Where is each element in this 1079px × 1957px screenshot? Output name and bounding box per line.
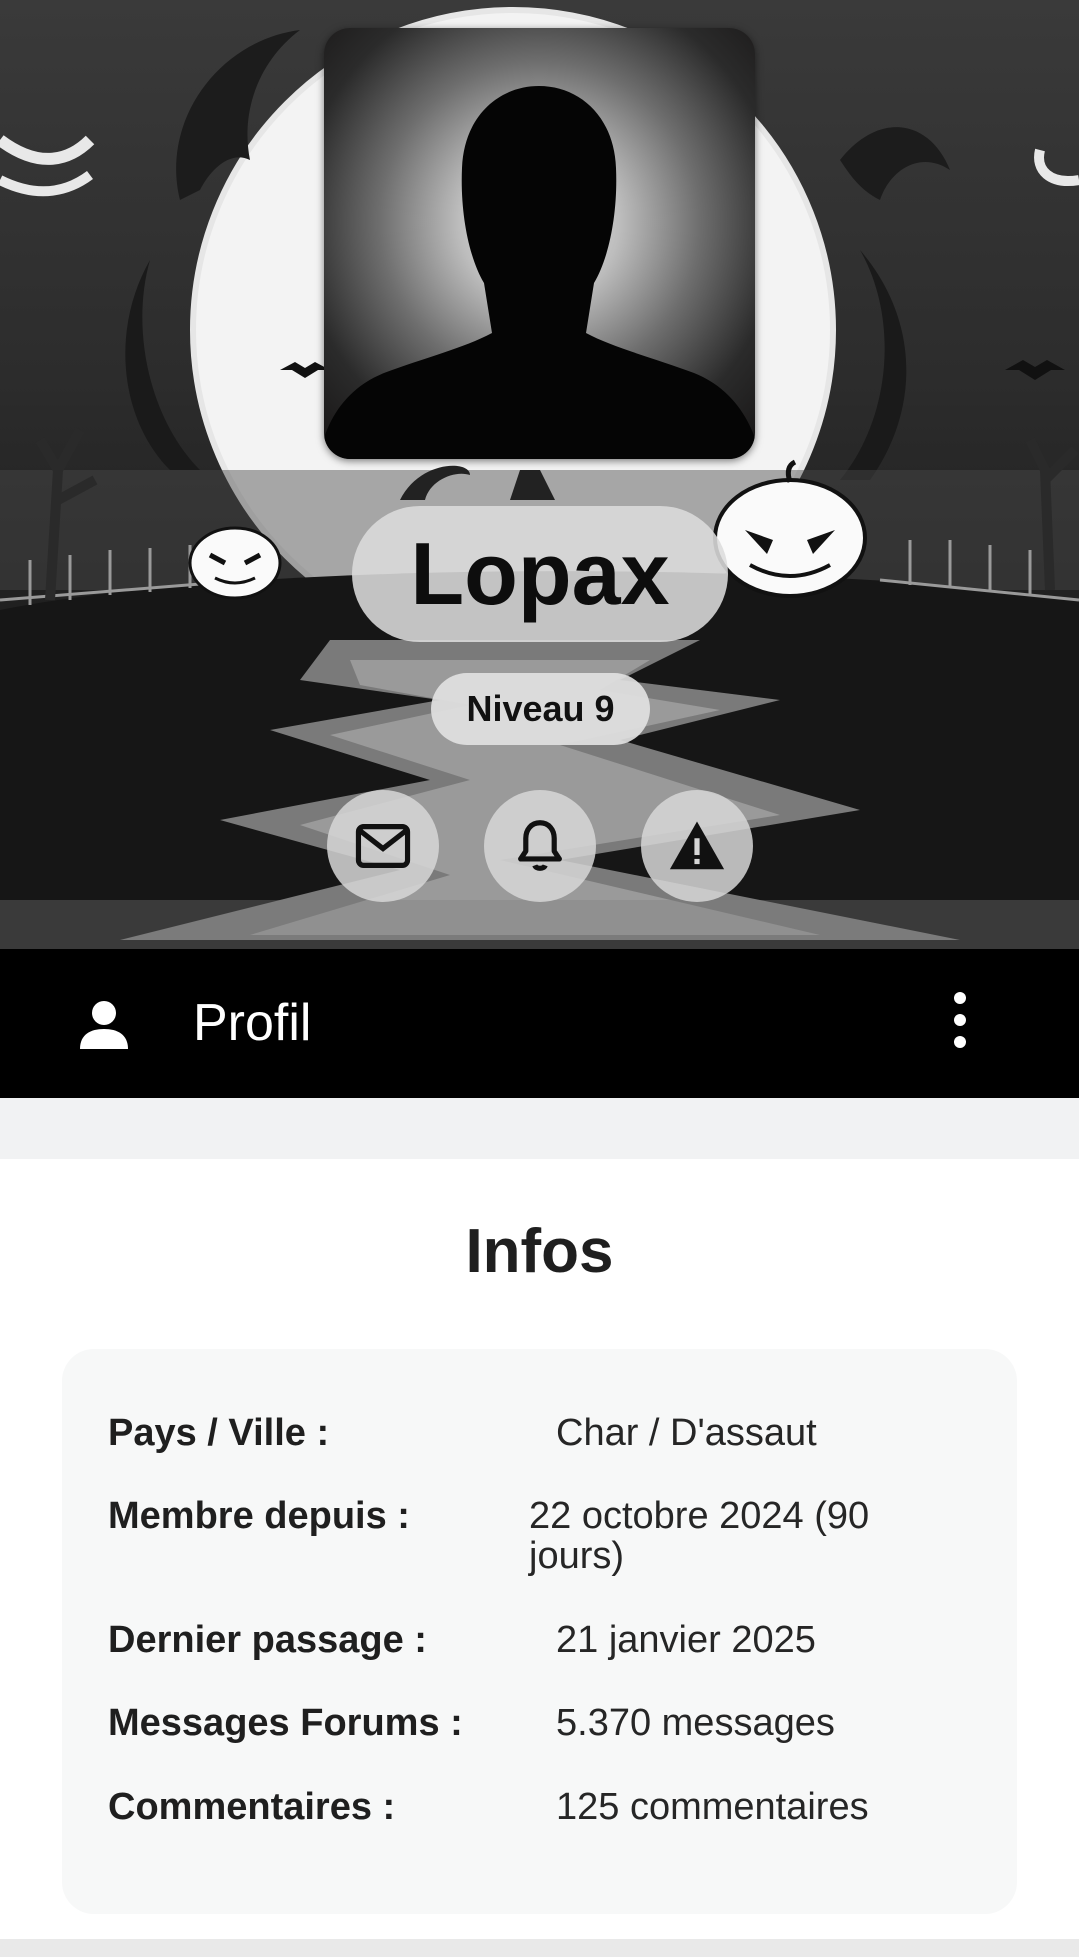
bell-icon xyxy=(518,820,562,871)
toolbar-title: Profil xyxy=(193,994,312,1052)
info-label: Pays / Ville : xyxy=(108,1412,330,1454)
more-vertical-icon[interactable] xyxy=(940,987,980,1053)
info-value: 21 janvier 2025 xyxy=(556,1619,816,1661)
section-title: Infos xyxy=(465,1217,614,1286)
silhouette-icon xyxy=(324,86,755,459)
info-value: Char / D'assaut xyxy=(556,1412,817,1454)
info-card: Pays / Ville : Char / D'assaut Membre de… xyxy=(62,1349,1017,1914)
infos-section: Infos Pays / Ville : Char / D'assaut Mem… xyxy=(0,1159,1079,1939)
username: Lopax xyxy=(352,506,728,642)
info-label: Membre depuis : xyxy=(108,1495,410,1537)
info-label: Commentaires : xyxy=(108,1786,396,1828)
mail-icon xyxy=(355,824,411,868)
app-toolbar: Profil xyxy=(0,949,1079,1098)
profile-avatar xyxy=(324,28,755,459)
info-value: 5.370 messages xyxy=(556,1702,835,1744)
info-label: Dernier passage : xyxy=(108,1619,427,1661)
bottom-divider xyxy=(0,1939,1079,1957)
notify-button[interactable] xyxy=(484,790,596,902)
person-icon xyxy=(80,1001,128,1049)
warning-icon xyxy=(669,821,725,870)
report-button[interactable] xyxy=(641,790,753,902)
info-label: Messages Forums : xyxy=(108,1702,463,1744)
mail-button[interactable] xyxy=(327,790,439,902)
profile-banner: Lopax Niveau 9 xyxy=(0,0,1079,949)
info-value: 125 commentaires xyxy=(556,1786,869,1828)
info-value: 22 octobre 2024 (90 jours) xyxy=(529,1495,870,1577)
level-badge: Niveau 9 xyxy=(431,673,650,745)
